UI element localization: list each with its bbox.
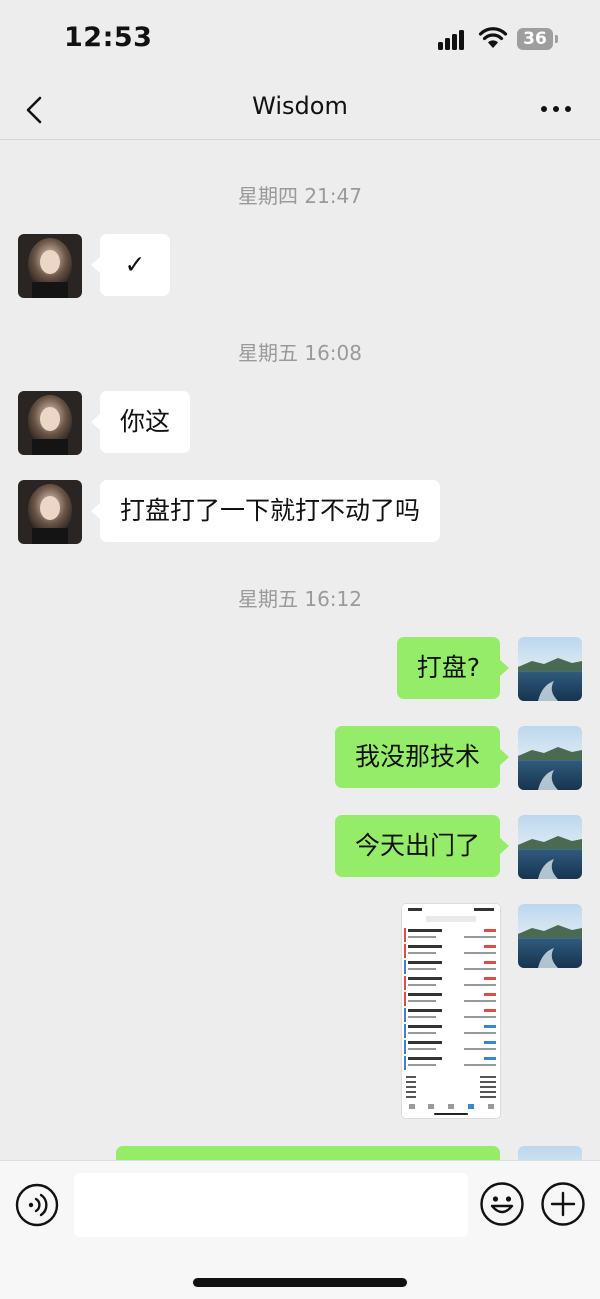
sent-message[interactable]: 今天出门了 bbox=[334, 815, 510, 877]
sent-message[interactable]: 打盘? bbox=[396, 637, 510, 699]
status-time: 12:53 bbox=[64, 22, 153, 53]
battery-icon: 36 bbox=[517, 28, 553, 50]
cellular-signal-icon bbox=[438, 28, 470, 50]
input-bar bbox=[0, 1160, 600, 1299]
message-input[interactable] bbox=[74, 1173, 468, 1237]
my-avatar[interactable] bbox=[518, 1146, 582, 1160]
navigation-bar: Wisdom bbox=[0, 80, 600, 140]
contact-avatar[interactable] bbox=[18, 480, 82, 544]
my-avatar[interactable] bbox=[518, 904, 582, 968]
message-list[interactable]: 星期四 21:47 ✓ 星期五 16:08 你这 打盘打了一下就打不动了吗 星期… bbox=[0, 140, 600, 1160]
status-bar: 12:53 36 bbox=[0, 0, 600, 80]
my-avatar[interactable] bbox=[518, 815, 582, 879]
plus-icon[interactable] bbox=[540, 1181, 586, 1227]
chat-title: Wisdom bbox=[252, 92, 348, 120]
received-message[interactable]: 打盘打了一下就打不动了吗 bbox=[90, 480, 441, 542]
more-options-icon[interactable] bbox=[534, 94, 578, 124]
voice-input-icon[interactable] bbox=[15, 1183, 59, 1227]
battery-tip bbox=[555, 35, 558, 43]
my-avatar[interactable] bbox=[518, 726, 582, 790]
timestamp: 星期四 21:47 bbox=[238, 184, 362, 208]
sent-message-partial[interactable] bbox=[116, 1146, 500, 1160]
contact-avatar[interactable] bbox=[18, 234, 82, 298]
received-message[interactable]: ✓ bbox=[91, 234, 170, 296]
home-indicator bbox=[193, 1278, 407, 1287]
emoji-icon[interactable] bbox=[479, 1181, 525, 1227]
sent-image-message[interactable] bbox=[402, 904, 500, 1118]
timestamp: 星期五 16:12 bbox=[238, 587, 362, 611]
sent-message[interactable]: 我没那技术 bbox=[334, 726, 510, 788]
my-avatar[interactable] bbox=[518, 637, 582, 701]
screenshot-thumbnail bbox=[402, 904, 500, 1118]
timestamp: 星期五 16:08 bbox=[238, 341, 362, 365]
received-message[interactable]: 你这 bbox=[90, 391, 191, 453]
contact-avatar[interactable] bbox=[18, 391, 82, 455]
wifi-icon bbox=[478, 27, 508, 48]
